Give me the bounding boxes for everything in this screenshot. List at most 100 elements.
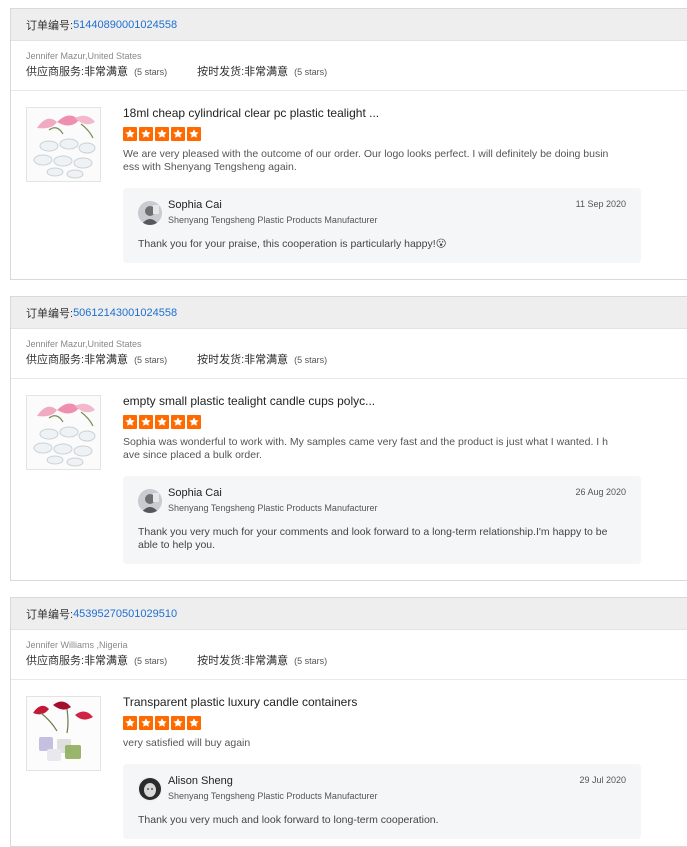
star-icon	[187, 415, 201, 429]
shipping-stars: (5 stars)	[294, 355, 328, 365]
product-title[interactable]: empty small plastic tealight candle cups…	[123, 393, 613, 409]
buyer-info: Jennifer Mazur,United States 供应商服务: 非常满意…	[11, 329, 687, 379]
buyer-info: Jennifer Mazur,United States 供应商服务: 非常满意…	[11, 41, 687, 91]
avatar	[138, 488, 162, 513]
star-icon	[123, 716, 137, 730]
star-icon	[155, 716, 169, 730]
supplier-reply: Sophia Cai Shenyang Tengsheng Plastic Pr…	[123, 476, 641, 564]
reply-date: 11 Sep 2020	[575, 199, 626, 209]
star-icon	[155, 415, 169, 429]
review-card: 订单编号: 45395270501029510 Jennifer William…	[10, 597, 687, 847]
product-title[interactable]: Transparent plastic luxury candle contai…	[123, 694, 613, 710]
order-number-link[interactable]: 50612143001024558	[73, 307, 177, 319]
order-bar: 订单编号: 51440890001024558	[11, 9, 687, 41]
star-icon	[139, 127, 153, 141]
star-icon	[187, 716, 201, 730]
product-star-rating	[123, 415, 613, 429]
reply-date: 29 Jul 2020	[579, 775, 626, 785]
product-star-rating	[123, 716, 613, 730]
order-bar: 订单编号: 45395270501029510	[11, 598, 687, 630]
order-number-link[interactable]: 45395270501029510	[73, 608, 177, 620]
reply-header: Sophia Cai Shenyang Tengsheng Plastic Pr…	[138, 199, 626, 226]
review-content: 18ml cheap cylindrical clear pc plastic …	[123, 105, 613, 174]
shipping-label: 按时发货:	[197, 655, 245, 667]
tealight-cups-image	[27, 108, 100, 181]
reply-header: Sophia Cai Shenyang Tengsheng Plastic Pr…	[138, 487, 626, 514]
tealight-cups-image	[27, 396, 100, 469]
replier-company: Shenyang Tengsheng Plastic Products Manu…	[168, 503, 378, 513]
star-icon	[139, 415, 153, 429]
star-icon	[139, 716, 153, 730]
order-ratings: 供应商服务: 非常满意 (5 stars) 按时发货: 非常满意 (5 star…	[26, 353, 672, 367]
reply-text: Thank you for your praise, this cooperat…	[138, 238, 447, 250]
buyer-name: Jennifer Williams ,Nigeria	[26, 640, 128, 650]
supplier-reply: Sophia Cai Shenyang Tengsheng Plastic Pr…	[123, 188, 641, 263]
star-icon	[171, 415, 185, 429]
star-icon	[171, 127, 185, 141]
order-number-label: 订单编号:	[26, 307, 74, 320]
replier-name: Sophia Cai	[168, 199, 222, 211]
shipping-value: 非常满意	[244, 66, 289, 78]
supplier-service-label: 供应商服务:	[26, 354, 85, 366]
buyer-name: Jennifer Mazur,United States	[26, 339, 142, 349]
order-number-label: 订单编号:	[26, 19, 74, 32]
supplier-service-rating: 供应商服务: 非常满意 (5 stars)	[26, 654, 167, 668]
product-thumbnail[interactable]	[26, 395, 101, 470]
order-bar: 订单编号: 50612143001024558	[11, 297, 687, 329]
shipping-stars: (5 stars)	[294, 67, 328, 77]
review-text: very satisfied will buy again	[123, 737, 251, 749]
replier-company: Shenyang Tengsheng Plastic Products Manu…	[168, 791, 378, 801]
supplier-reply: Alison Sheng Shenyang Tengsheng Plastic …	[123, 764, 641, 839]
shipping-rating: 按时发货: 非常满意 (5 stars)	[197, 654, 327, 668]
review-content: empty small plastic tealight candle cups…	[123, 393, 613, 462]
star-icon	[123, 127, 137, 141]
supplier-service-value: 非常满意	[84, 354, 129, 366]
review-card: 订单编号: 51440890001024558 Jennifer Mazur,U…	[10, 8, 687, 280]
replier-name: Alison Sheng	[168, 775, 233, 787]
product-thumbnail[interactable]	[26, 696, 101, 771]
order-ratings: 供应商服务: 非常满意 (5 stars) 按时发货: 非常满意 (5 star…	[26, 654, 672, 668]
order-ratings: 供应商服务: 非常满意 (5 stars) 按时发货: 非常满意 (5 star…	[26, 65, 672, 79]
shipping-label: 按时发货:	[197, 66, 245, 78]
review-text: We are very pleased with the outcome of …	[123, 148, 609, 173]
shipping-rating: 按时发货: 非常满意 (5 stars)	[197, 65, 327, 79]
product-title[interactable]: 18ml cheap cylindrical clear pc plastic …	[123, 105, 613, 121]
supplier-service-label: 供应商服务:	[26, 66, 85, 78]
buyer-info: Jennifer Williams ,Nigeria 供应商服务: 非常满意 (…	[11, 630, 687, 680]
order-number-label: 订单编号:	[26, 608, 74, 621]
review-text: Sophia was wonderful to work with. My sa…	[123, 436, 608, 461]
replier-company: Shenyang Tengsheng Plastic Products Manu…	[168, 215, 378, 225]
star-icon	[123, 415, 137, 429]
reply-header: Alison Sheng Shenyang Tengsheng Plastic …	[138, 775, 626, 802]
product-review: 18ml cheap cylindrical clear pc plastic …	[11, 91, 687, 263]
review-card: 订单编号: 50612143001024558 Jennifer Mazur,U…	[10, 296, 687, 581]
shipping-label: 按时发货:	[197, 354, 245, 366]
shipping-value: 非常满意	[244, 354, 289, 366]
review-content: Transparent plastic luxury candle contai…	[123, 694, 613, 750]
buyer-name: Jennifer Mazur,United States	[26, 51, 142, 61]
avatar	[138, 776, 162, 801]
star-icon	[187, 127, 201, 141]
reply-date: 26 Aug 2020	[575, 487, 626, 497]
product-review: empty small plastic tealight candle cups…	[11, 379, 687, 564]
shipping-value: 非常满意	[244, 655, 289, 667]
product-star-rating	[123, 127, 613, 141]
supplier-service-stars: (5 stars)	[134, 355, 168, 365]
candle-containers-image	[27, 697, 100, 770]
supplier-service-value: 非常满意	[84, 66, 129, 78]
supplier-service-value: 非常满意	[84, 655, 129, 667]
star-icon	[171, 716, 185, 730]
supplier-service-stars: (5 stars)	[134, 656, 168, 666]
supplier-service-stars: (5 stars)	[134, 67, 168, 77]
replier-info: Alison Sheng Shenyang Tengsheng Plastic …	[168, 775, 377, 802]
order-number-link[interactable]: 51440890001024558	[73, 19, 177, 31]
reply-text: Thank you very much and look forward to …	[138, 814, 439, 826]
reply-text: Thank you very much for your comments an…	[138, 526, 608, 551]
replier-info: Sophia Cai Shenyang Tengsheng Plastic Pr…	[168, 487, 377, 514]
star-icon	[155, 127, 169, 141]
replier-info: Sophia Cai Shenyang Tengsheng Plastic Pr…	[168, 199, 377, 226]
supplier-service-label: 供应商服务:	[26, 655, 85, 667]
product-thumbnail[interactable]	[26, 107, 101, 182]
shipping-stars: (5 stars)	[294, 656, 328, 666]
shipping-rating: 按时发货: 非常满意 (5 stars)	[197, 353, 327, 367]
